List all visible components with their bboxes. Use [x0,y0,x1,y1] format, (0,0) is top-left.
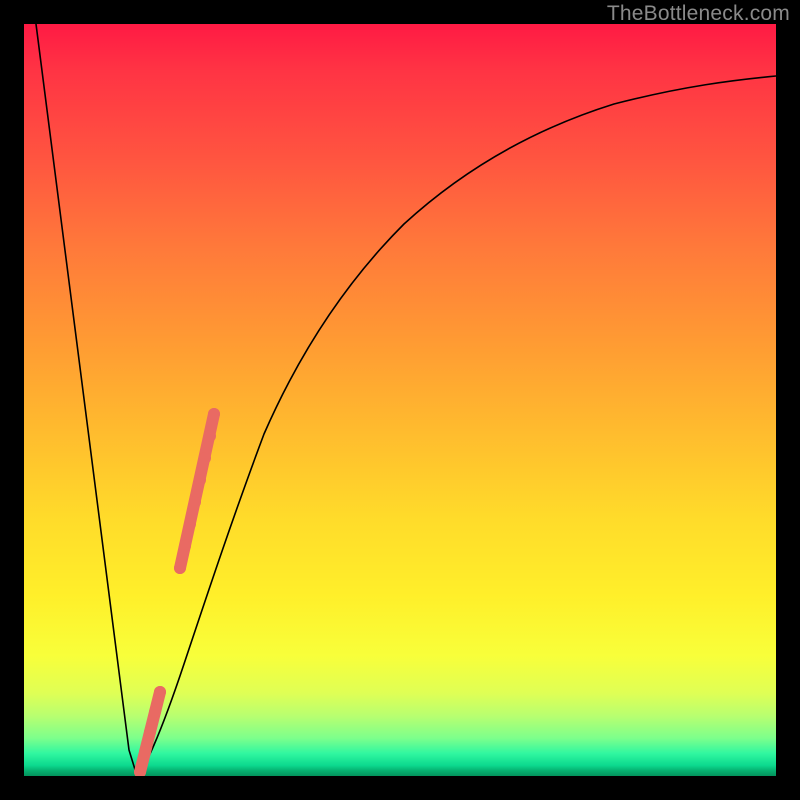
highlight-dot [139,746,151,758]
highlight-dot [174,562,186,574]
bottleneck-curve [36,24,776,776]
curve-layer [24,24,776,776]
highlight-dot [208,408,220,420]
highlight-dot [194,474,206,486]
highlight-dot [204,430,216,442]
plot-area [24,24,776,776]
watermark-text: TheBottleneck.com [607,2,790,26]
highlight-dot [154,686,166,698]
highlight-dot [179,540,191,552]
highlight-dot [149,706,161,718]
chart-frame: TheBottleneck.com [0,0,800,800]
highlight-dot [184,518,196,530]
highlight-dot [189,496,201,508]
highlight-dot [199,452,211,464]
highlight-dot [144,726,156,738]
